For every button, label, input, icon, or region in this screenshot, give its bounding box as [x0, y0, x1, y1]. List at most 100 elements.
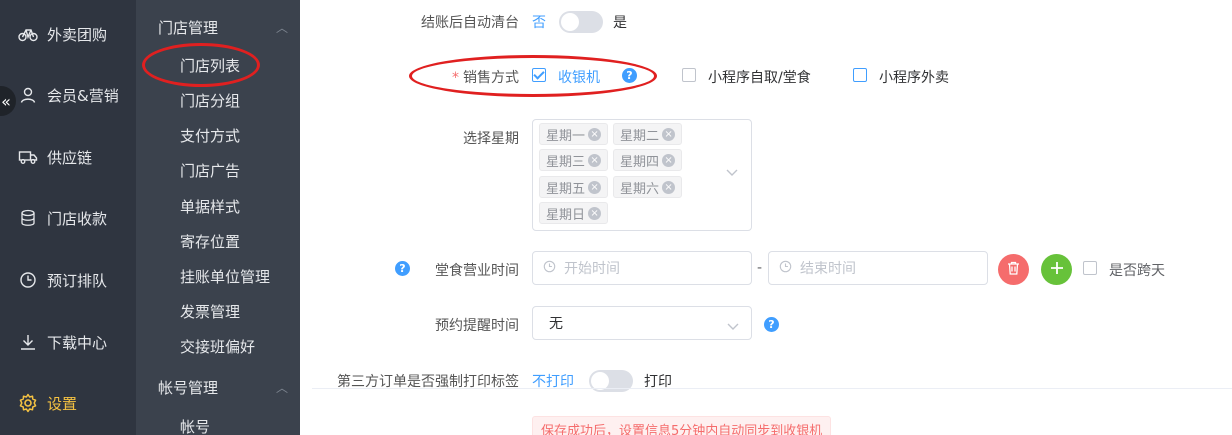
sales-mode-miniapp-delivery-checkbox[interactable] — [853, 68, 867, 82]
sidebar-item-label: 会员&营销 — [47, 86, 119, 105]
subnav-group-label: 门店管理 — [158, 18, 219, 37]
subnav-group-account[interactable]: 帐号管理 ︿ — [158, 372, 288, 402]
gear-icon — [18, 393, 38, 413]
subnav-group-store[interactable]: 门店管理 ︿ — [158, 12, 288, 42]
bike-icon — [18, 24, 38, 44]
reminder-value: 无 — [549, 316, 563, 332]
start-time-input[interactable]: 开始时间 — [532, 251, 752, 285]
close-icon[interactable]: × — [588, 127, 602, 141]
sidebar-item-label: 供应链 — [47, 148, 93, 167]
tag-label: 星期一 — [546, 128, 586, 144]
subnav-item-label: 门店分组 — [180, 91, 241, 110]
double-chevron-left-icon: « — [1, 91, 11, 111]
weekday-tag: 星期一 × — [539, 123, 609, 145]
weekday-tag: 星期三 × — [539, 149, 609, 171]
tag-label: 星期三 — [546, 154, 586, 170]
clock-icon — [543, 260, 556, 277]
subnav-item-label: 门店广告 — [180, 161, 241, 180]
close-icon[interactable]: × — [588, 206, 602, 220]
close-icon[interactable]: × — [588, 180, 602, 194]
weekday-tag: 星期四 × — [613, 149, 683, 171]
subnav-item-receipt-style[interactable]: 单据样式 — [180, 191, 240, 221]
sales-mode-miniapp-delivery-label[interactable]: 小程序外卖 — [879, 67, 949, 87]
subnav-item-label: 挂账单位管理 — [180, 267, 271, 286]
weekday-label: 选择星期 — [463, 131, 519, 147]
plus-icon — [1050, 259, 1064, 280]
subnav-item-label: 帐号 — [180, 417, 211, 435]
sidebar-item-takeout[interactable]: 外卖团购 — [0, 14, 136, 54]
sidebar-item-supply[interactable]: 供应链 — [0, 137, 136, 177]
trash-icon — [1007, 259, 1020, 280]
main-sidebar: 外卖团购 会员&营销 供应链 门店收款 预订排队 下载中心 设置 — [0, 0, 136, 435]
sidebar-item-reservation[interactable]: 预订排队 — [0, 260, 136, 300]
add-button[interactable] — [1041, 254, 1072, 285]
switch-knob — [561, 13, 579, 31]
cross-day-checkbox[interactable] — [1083, 261, 1097, 275]
tag-label: 星期二 — [620, 128, 660, 144]
subnav-item-account[interactable]: 帐号 — [180, 411, 210, 435]
coins-icon — [18, 208, 38, 228]
auto-clear-switch[interactable] — [559, 11, 603, 33]
subnav-item-invoice[interactable]: 发票管理 — [180, 296, 240, 326]
subnav-item-label: 交接班偏好 — [180, 337, 256, 356]
close-icon[interactable]: × — [662, 127, 676, 141]
sidebar-item-settings[interactable]: 设置 — [0, 383, 136, 423]
subnav-group-label: 帐号管理 — [158, 378, 219, 397]
sidebar-item-label: 外卖团购 — [47, 25, 108, 44]
sidebar-item-label: 设置 — [47, 394, 78, 413]
help-icon[interactable]: ? — [395, 261, 410, 276]
close-icon[interactable]: × — [588, 153, 602, 167]
reminder-label: 预约提醒时间 — [435, 318, 519, 334]
highlight-circle-store-list — [142, 43, 260, 87]
chevron-up-icon: ︿ — [275, 20, 288, 35]
sidebar-item-label: 预订排队 — [47, 271, 108, 290]
subnav-item-label: 单据样式 — [180, 197, 241, 216]
subnav-item-payment-method[interactable]: 支付方式 — [180, 120, 240, 150]
clock-icon — [779, 260, 792, 277]
form-divider — [312, 388, 1232, 389]
tag-label: 星期六 — [620, 181, 660, 197]
auto-clear-on-text: 是 — [613, 15, 627, 31]
help-icon[interactable]: ? — [764, 317, 779, 332]
subnav-item-label: 寄存位置 — [180, 232, 241, 251]
tag-label: 星期五 — [546, 181, 586, 197]
tag-label: 星期四 — [620, 154, 660, 170]
subnav-item-store-ad[interactable]: 门店广告 — [180, 155, 240, 185]
end-time-placeholder: 结束时间 — [800, 261, 856, 277]
download-icon — [18, 332, 38, 352]
sales-mode-miniapp-pickup-label[interactable]: 小程序自取/堂食 — [708, 67, 811, 87]
subnav-item-store-group[interactable]: 门店分组 — [180, 85, 240, 115]
delete-button[interactable] — [998, 254, 1029, 285]
weekday-multiselect[interactable]: 星期一 × 星期二 × 星期三 × 星期四 × 星期五 × 星期六 × 星期日 × — [532, 119, 752, 231]
chevron-up-icon: ︿ — [275, 380, 288, 395]
subnav-item-storage[interactable]: 寄存位置 — [180, 226, 240, 256]
reminder-select[interactable]: 无 — [532, 306, 752, 340]
weekday-tag: 星期六 × — [613, 176, 683, 198]
weekday-tag: 星期二 × — [613, 123, 683, 145]
cross-day-label[interactable]: 是否跨天 — [1109, 260, 1165, 280]
end-time-input[interactable]: 结束时间 — [768, 251, 988, 285]
auto-clear-off-text: 否 — [532, 15, 546, 31]
subnav-item-credit-unit[interactable]: 挂账单位管理 — [180, 261, 270, 291]
subnav-item-shift-pref[interactable]: 交接班偏好 — [180, 331, 255, 361]
tag-label: 星期日 — [546, 207, 586, 223]
sidebar-item-label: 门店收款 — [47, 209, 108, 228]
clock-icon — [18, 270, 38, 290]
sidebar-item-payment[interactable]: 门店收款 — [0, 198, 136, 238]
auto-clear-label: 结账后自动清台 — [421, 15, 519, 31]
user-icon — [18, 85, 38, 105]
sync-notice: 保存成功后，设置信息5分钟内自动同步到收银机 — [532, 416, 832, 435]
truck-icon — [18, 147, 38, 167]
sales-mode-miniapp-pickup-checkbox[interactable] — [682, 68, 696, 82]
weekday-tag: 星期五 × — [539, 176, 609, 198]
sidebar-item-label: 下载中心 — [47, 333, 108, 352]
close-icon[interactable]: × — [662, 180, 676, 194]
time-range-separator: - — [757, 260, 763, 276]
chevron-down-icon — [726, 166, 738, 181]
sidebar-item-member[interactable]: 会员&营销 — [0, 75, 136, 115]
subnav-item-label: 支付方式 — [180, 126, 241, 145]
sidebar-item-download[interactable]: 下载中心 — [0, 322, 136, 362]
weekday-tag: 星期日 × — [539, 202, 609, 224]
close-icon[interactable]: × — [662, 153, 676, 167]
highlight-circle-sales-mode — [409, 55, 657, 97]
